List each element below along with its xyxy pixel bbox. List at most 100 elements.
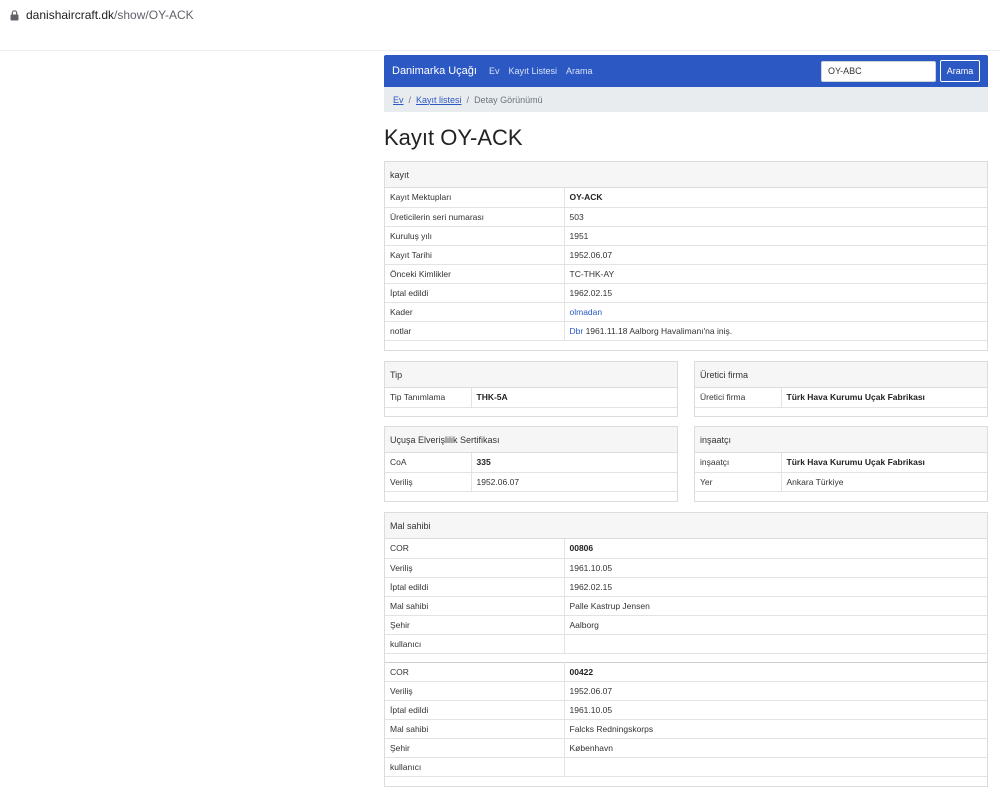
table-row: Kuruluş yılı 1951 bbox=[385, 226, 987, 246]
table-row: Veriliş 1961.10.05 bbox=[385, 558, 987, 578]
field-value: 1951 bbox=[564, 226, 987, 246]
field-label: CoA bbox=[385, 453, 472, 473]
field-value: 1962.02.15 bbox=[564, 577, 987, 597]
field-value: OY-ACK bbox=[564, 188, 987, 208]
brand-link[interactable]: Danimarka Uçağı bbox=[392, 65, 477, 77]
nav-link-list[interactable]: Kayıt Listesi bbox=[509, 66, 558, 76]
field-value: 503 bbox=[564, 207, 987, 227]
field-value: Türk Hava Kurumu Uçak Fabrikası bbox=[781, 388, 987, 408]
table-row: COR 00806 bbox=[385, 539, 987, 559]
table-row: Veriliş 1952.06.07 bbox=[385, 681, 987, 701]
field-value: Falcks Redningskorps bbox=[564, 719, 987, 739]
url-domain: danishaircraft.dk bbox=[26, 8, 115, 22]
field-label: Şehir bbox=[385, 738, 565, 758]
field-value: 1962.02.15 bbox=[564, 283, 987, 303]
field-label: Şehir bbox=[385, 615, 565, 635]
type-card: Tip Tip Tanımlama THK-5A bbox=[384, 361, 678, 417]
manufacturer-card-header: Üretici firma bbox=[695, 362, 987, 388]
field-label: Yer bbox=[695, 472, 782, 492]
table-row: kullanıcı bbox=[385, 757, 987, 777]
owner-block-gap bbox=[385, 654, 987, 662]
field-label: kullanıcı bbox=[385, 757, 565, 777]
table-row: Üreticilerin seri numarası 503 bbox=[385, 207, 987, 227]
url-text[interactable]: danishaircraft.dk/show/OY-ACK bbox=[26, 8, 194, 22]
breadcrumb: Ev / Kayıt listesi / Detay Görünümü bbox=[384, 87, 988, 112]
field-label: Mal sahibi bbox=[385, 596, 565, 616]
field-label: Mal sahibi bbox=[385, 719, 565, 739]
field-label: Önceki Kimlikler bbox=[385, 264, 565, 284]
builder-card-header: inşaatçı bbox=[695, 427, 987, 453]
nav-link-search[interactable]: Arama bbox=[566, 66, 593, 76]
field-value: Palle Kastrup Jensen bbox=[564, 596, 987, 616]
table-row: İptal edildi 1962.02.15 bbox=[385, 283, 987, 303]
field-value bbox=[564, 757, 987, 777]
nav-link-home[interactable]: Ev bbox=[489, 66, 500, 76]
field-label: İptal edildi bbox=[385, 700, 565, 720]
field-value: 1952.06.07 bbox=[471, 472, 677, 492]
builder-card: inşaatçı inşaatçı Türk Hava Kurumu Uçak F… bbox=[694, 426, 988, 502]
field-value: 1952.06.07 bbox=[564, 681, 987, 701]
table-row: Önceki Kimlikler TC-THK-AY bbox=[385, 264, 987, 284]
manufacturer-card: Üretici firma Üretici firma Türk Hava Kur… bbox=[694, 361, 988, 417]
registration-table: Kayıt Mektupları OY-ACK Üreticilerin seri… bbox=[385, 188, 987, 341]
field-label: Kuruluş yılı bbox=[385, 226, 565, 246]
table-row: kullanıcı bbox=[385, 634, 987, 654]
field-value: København bbox=[564, 738, 987, 758]
type-table: Tip Tanımlama THK-5A bbox=[385, 388, 677, 408]
url-path: /show/OY-ACK bbox=[114, 8, 194, 22]
breadcrumb-home[interactable]: Ev bbox=[393, 95, 404, 105]
field-value: THK-5A bbox=[471, 388, 677, 408]
page-title: Kayıt OY-ACK bbox=[384, 125, 523, 150]
registration-card: kayıt Kayıt Mektupları OY-ACK Üreticileri… bbox=[384, 161, 988, 351]
notes-cell: Dbr 1961.11.18 Aalborg Havalimanı'na ini… bbox=[564, 321, 987, 341]
table-row: Şehir Aalborg bbox=[385, 615, 987, 635]
table-row: Üretici firma Türk Hava Kurumu Uçak Fabri… bbox=[695, 388, 987, 408]
field-label: İptal edildi bbox=[385, 577, 565, 597]
page-container: Danimarka Uçağı Ev Kayıt Listesi Arama A… bbox=[384, 55, 988, 158]
search-button[interactable]: Arama bbox=[940, 60, 980, 82]
search-input[interactable] bbox=[821, 60, 936, 82]
field-label: Veriliş bbox=[385, 558, 565, 578]
notes-link[interactable]: Dbr bbox=[570, 326, 584, 336]
fate-link[interactable]: olmadan bbox=[570, 307, 603, 317]
lock-icon bbox=[8, 8, 20, 22]
field-value bbox=[564, 634, 987, 654]
registration-card-header: kayıt bbox=[385, 162, 987, 188]
table-row: CoA 335 bbox=[385, 453, 677, 473]
breadcrumb-separator: / bbox=[466, 94, 470, 105]
browser-divider bbox=[0, 50, 1000, 51]
table-row: Şehir København bbox=[385, 738, 987, 758]
field-value: 00422 bbox=[564, 662, 987, 682]
field-value: 1961.10.05 bbox=[564, 700, 987, 720]
breadcrumb-list[interactable]: Kayıt listesi bbox=[416, 95, 462, 105]
builder-table: inşaatçı Türk Hava Kurumu Uçak Fabrikası … bbox=[695, 453, 987, 492]
field-value: 335 bbox=[471, 453, 677, 473]
field-label: Veriliş bbox=[385, 472, 472, 492]
notes-text: 1961.11.18 Aalborg Havalimanı'na iniş. bbox=[585, 325, 733, 336]
table-row: notlar Dbr 1961.11.18 Aalborg Havalimanı'… bbox=[385, 321, 987, 341]
field-label: Veriliş bbox=[385, 681, 565, 701]
table-row: Kayıt Mektupları OY-ACK bbox=[385, 188, 987, 208]
table-row: Veriliş 1952.06.07 bbox=[385, 472, 677, 492]
owner-card-header: Mal sahibi bbox=[385, 513, 987, 539]
fate-cell: olmadan bbox=[564, 302, 987, 322]
breadcrumb-separator: / bbox=[408, 94, 412, 105]
field-value: 1952.06.07 bbox=[564, 245, 987, 265]
field-label: Kayıt Tarihi bbox=[385, 245, 565, 265]
address-bar[interactable]: danishaircraft.dk/show/OY-ACK bbox=[0, 0, 1000, 30]
field-value: 00806 bbox=[564, 539, 987, 559]
table-row: inşaatçı Türk Hava Kurumu Uçak Fabrikası bbox=[695, 453, 987, 473]
table-row: Tip Tanımlama THK-5A bbox=[385, 388, 677, 408]
field-label: Kayıt Mektupları bbox=[385, 188, 565, 208]
field-label: Tip Tanımlama bbox=[385, 388, 472, 408]
coa-card: Uçuşa Elverişlilik Sertifikası CoA 335 Ve… bbox=[384, 426, 678, 502]
owner-table-2: COR 00422 Veriliş 1952.06.07 İptal edildi 1… bbox=[385, 661, 987, 777]
table-row: Kayıt Tarihi 1952.06.07 bbox=[385, 245, 987, 265]
field-value: Ankara Türkiye bbox=[781, 472, 987, 492]
type-card-header: Tip bbox=[385, 362, 677, 388]
coa-table: CoA 335 Veriliş 1952.06.07 bbox=[385, 453, 677, 492]
breadcrumb-current: Detay Görünümü bbox=[474, 94, 543, 105]
owner-card: Mal sahibi COR 00806 Veriliş 1961.10.05 İp… bbox=[384, 512, 988, 787]
field-label: COR bbox=[385, 662, 565, 682]
field-value: Aalborg bbox=[564, 615, 987, 635]
